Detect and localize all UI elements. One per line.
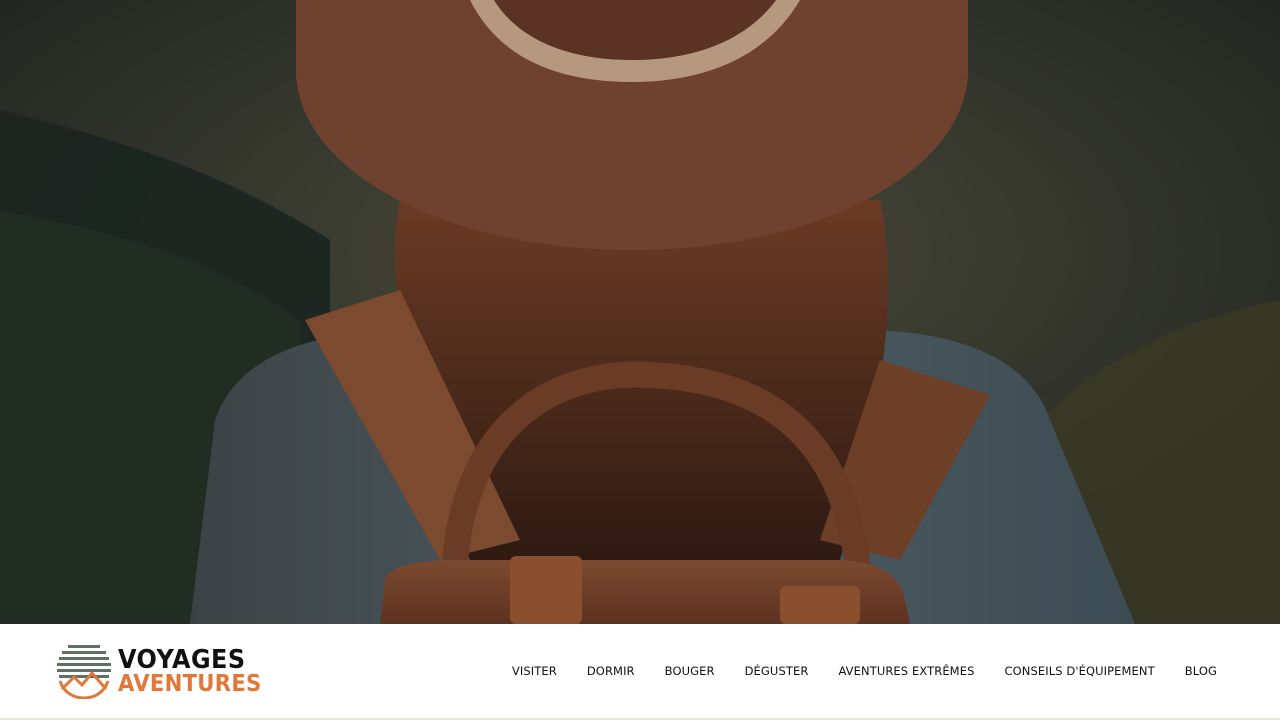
nav-menu: VISITER DORMIR BOUGER DÉGUSTER AVENTURES… (497, 664, 1232, 678)
nav-item-blog[interactable]: BLOG (1170, 664, 1232, 678)
nav-item-dormir[interactable]: DORMIR (572, 664, 650, 678)
brand-line1: VOYAGES (118, 644, 246, 675)
hero-backpacker-illustration (0, 0, 1280, 624)
mountain-sun-logo-icon (57, 645, 111, 699)
nav-item-deguster[interactable]: DÉGUSTER (730, 664, 824, 678)
brand-line2: AVENTURES (118, 670, 262, 697)
nav-item-aventures-extremes[interactable]: AVENTURES EXTRÊMES (823, 664, 989, 678)
brand-logo[interactable]: VOYAGES AVENTURES (56, 641, 274, 701)
hero-image (0, 0, 1280, 624)
main-navbar: VOYAGES AVENTURES VISITER DORMIR BOUGER … (0, 624, 1280, 720)
brand-wordmark: VOYAGES AVENTURES (118, 647, 274, 696)
nav-item-bouger[interactable]: BOUGER (650, 664, 730, 678)
nav-item-conseils-equipement[interactable]: CONSEILS D'ÉQUIPEMENT (989, 664, 1169, 678)
nav-item-visiter[interactable]: VISITER (497, 664, 572, 678)
